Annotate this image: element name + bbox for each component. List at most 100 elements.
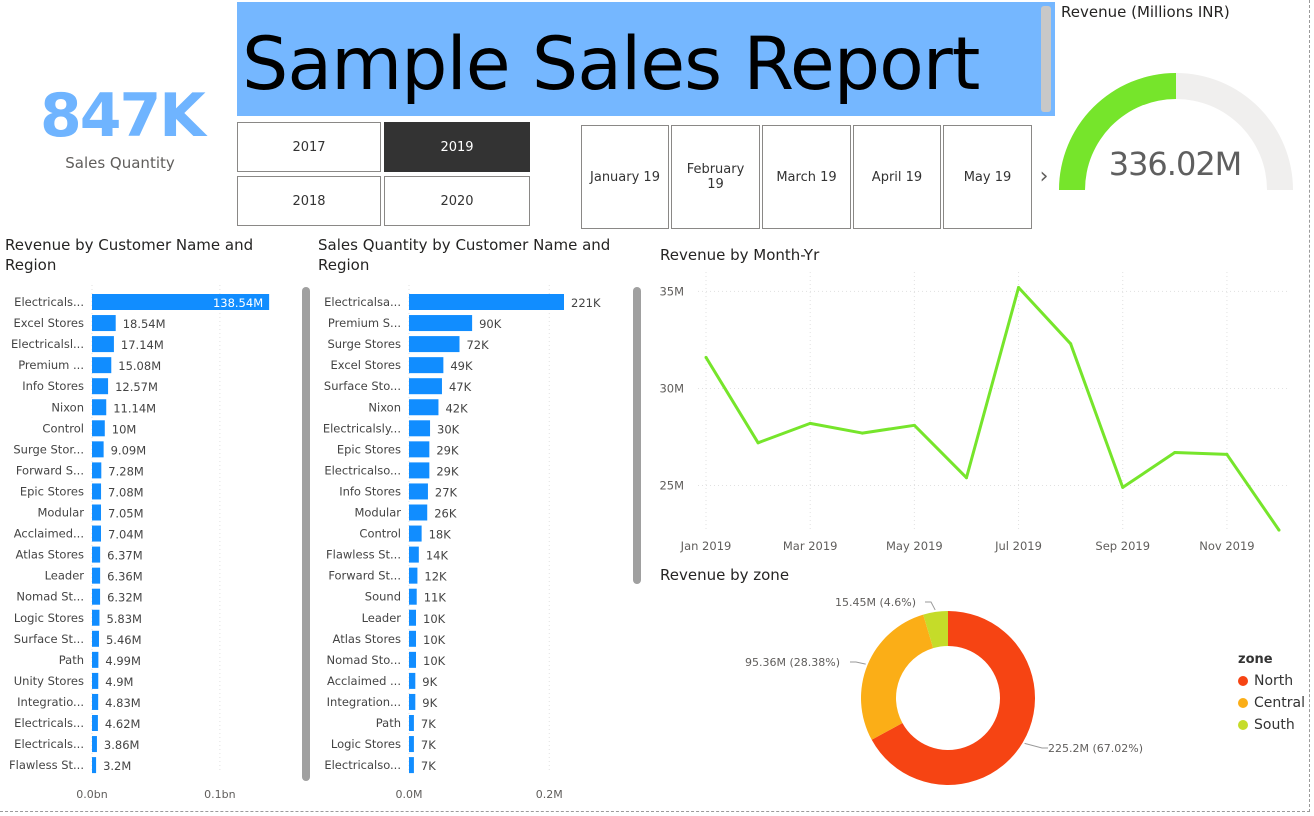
bar[interactable]	[409, 588, 417, 605]
legend-marker-south	[1238, 720, 1248, 730]
chevron-right-icon[interactable]: ›	[1036, 162, 1052, 192]
data-point[interactable]	[704, 355, 708, 359]
legend-item-central[interactable]: Central	[1238, 695, 1305, 711]
month-option-february[interactable]: February 19	[671, 125, 760, 229]
month-option-january[interactable]: January 19	[581, 125, 669, 229]
bar[interactable]	[92, 441, 104, 458]
data-point[interactable]	[1225, 452, 1229, 456]
year-option-2017[interactable]: 2017	[237, 122, 381, 172]
bar[interactable]	[409, 715, 414, 731]
bar[interactable]	[92, 399, 107, 416]
bar[interactable]	[409, 294, 564, 310]
bar[interactable]	[92, 651, 99, 668]
data-label: 4.9M	[105, 675, 133, 689]
bar[interactable]	[409, 504, 428, 521]
bar[interactable]	[92, 420, 105, 437]
category-label: Electricals...	[14, 716, 84, 730]
bar[interactable]	[409, 736, 414, 753]
bar[interactable]	[409, 336, 460, 353]
x-tick-label: Sep 2019	[1095, 539, 1150, 553]
category-label: Atlas Stores	[16, 548, 84, 562]
data-point[interactable]	[860, 431, 864, 435]
bar[interactable]	[409, 462, 430, 479]
category-label: Epic Stores	[20, 484, 84, 498]
month-option-april[interactable]: April 19	[853, 125, 941, 229]
pie-slice[interactable]	[861, 614, 934, 740]
bar[interactable]	[409, 378, 442, 395]
data-point[interactable]	[808, 421, 812, 425]
data-point[interactable]	[1069, 342, 1073, 346]
year-option-2018[interactable]: 2018	[237, 176, 381, 226]
bar[interactable]	[409, 609, 417, 626]
bar[interactable]	[92, 546, 101, 563]
month-option-may[interactable]: May 19	[943, 125, 1032, 229]
legend-item-south[interactable]: South	[1238, 717, 1305, 733]
month-option-march[interactable]: March 19	[762, 125, 851, 229]
bar[interactable]	[409, 483, 428, 500]
bar[interactable]	[92, 736, 97, 753]
data-point[interactable]	[1173, 450, 1177, 454]
bar[interactable]	[409, 315, 473, 332]
data-label: 7K	[421, 738, 436, 752]
legend-item-north[interactable]: North	[1238, 673, 1305, 689]
revenue-chart-scrollbar[interactable]	[302, 287, 310, 781]
bar[interactable]	[409, 757, 414, 774]
bar[interactable]	[92, 336, 114, 353]
bar[interactable]	[409, 546, 419, 563]
x-tick-label: 0.1bn	[204, 788, 235, 801]
bar[interactable]	[92, 757, 97, 774]
bar[interactable]	[92, 525, 102, 542]
data-point[interactable]	[1017, 286, 1021, 290]
bar[interactable]	[409, 693, 416, 710]
bar[interactable]	[92, 483, 102, 500]
year-option-2020[interactable]: 2020	[384, 176, 530, 226]
data-point[interactable]	[964, 476, 968, 480]
bar[interactable]	[409, 399, 439, 416]
data-point[interactable]	[1277, 528, 1281, 532]
year-option-2019[interactable]: 2019	[384, 122, 530, 172]
category-label: Unity Stores	[14, 674, 84, 688]
data-label: 15.08M	[118, 359, 161, 373]
bar[interactable]	[92, 357, 112, 374]
data-point[interactable]	[912, 423, 916, 427]
bar[interactable]	[409, 567, 418, 584]
bar[interactable]	[92, 504, 102, 521]
revenue-by-month-chart: 25M 30M 35M Jan 2019 Mar 2019 May 2019 Jul 201…	[659, 272, 1290, 553]
legend-marker-north	[1238, 676, 1248, 686]
qty-chart-scrollbar[interactable]	[633, 287, 641, 584]
bar[interactable]	[409, 630, 417, 647]
legend-label-south: South	[1254, 717, 1295, 733]
bar[interactable]	[92, 462, 102, 479]
series-line[interactable]	[704, 286, 1281, 531]
bar[interactable]	[92, 715, 98, 731]
bar[interactable]	[409, 357, 444, 374]
bar[interactable]	[92, 609, 100, 626]
bar[interactable]	[92, 630, 99, 647]
bar[interactable]	[92, 567, 101, 584]
bar[interactable]	[409, 441, 430, 458]
bar[interactable]	[92, 315, 116, 332]
category-label: Surge Stores	[327, 337, 401, 351]
x-tick-label: Nov 2019	[1199, 539, 1254, 553]
data-label: 5.46M	[106, 633, 142, 647]
bar[interactable]	[92, 672, 99, 689]
category-label: Leader	[362, 611, 402, 625]
bar[interactable]	[409, 525, 422, 542]
data-point[interactable]	[1121, 485, 1125, 489]
x-tick-label: Mar 2019	[783, 539, 838, 553]
bar[interactable]	[92, 693, 99, 710]
title-scrollbar[interactable]	[1041, 6, 1051, 112]
bar[interactable]	[409, 420, 431, 437]
category-label: Modular	[37, 506, 84, 520]
data-point[interactable]	[756, 441, 760, 445]
bar[interactable]	[409, 651, 417, 668]
data-label: 3.86M	[104, 738, 140, 752]
revenue-by-zone-title: Revenue by zone	[660, 566, 790, 584]
gauge-value: 336.02M	[1108, 145, 1243, 183]
bar[interactable]	[409, 672, 416, 689]
bar[interactable]	[92, 378, 109, 395]
revenue-by-month-title: Revenue by Month-Yr	[660, 246, 820, 264]
bar[interactable]	[92, 588, 101, 605]
category-label: Surface St...	[14, 632, 84, 646]
category-label: Electricalsl...	[11, 337, 84, 351]
